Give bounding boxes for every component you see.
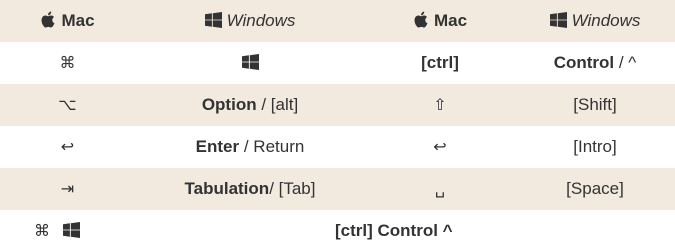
table-row: ↩ Enter / Return ↩ [Intro] (0, 126, 675, 168)
header-windows-2: Windows (515, 0, 675, 42)
windows-key-cell: [Space] (566, 179, 624, 198)
windows-logo-icon (549, 12, 567, 28)
table-row: ⌘ [ctrl] Control / ^ (0, 42, 675, 84)
keyboard-shortcut-table: Mac Windows Mac Windows ⌘ [ctrl] Control… (0, 0, 675, 252)
command-key-icon: ⌘ (34, 221, 50, 240)
windows-logo-icon (204, 12, 222, 28)
return-key-icon: ↩ (433, 137, 447, 156)
command-key-icon: ⌘ (59, 53, 76, 72)
return-key-icon: ↩ (60, 137, 75, 156)
shift-key-icon: ⇧ (433, 95, 447, 114)
mac-key-cell: ⌘ (0, 42, 135, 84)
mac-key-cell: ⌥ (0, 84, 135, 126)
windows-key-cell: [Shift] (573, 95, 617, 114)
tab-key-icon: ⇥ (60, 179, 75, 198)
mac-key-cell: ␣ (365, 168, 515, 210)
header-mac: Mac (0, 0, 135, 42)
footer-row: ⌘ [ctrl] Control ^ (0, 210, 675, 252)
table-row: ⌥ Option / [alt] ⇧ [Shift] (0, 84, 675, 126)
mac-key-cell: ⇥ (0, 168, 135, 210)
mac-key-cell: ⇧ (365, 84, 515, 126)
windows-logo-icon (241, 54, 259, 70)
header-row: Mac Windows Mac Windows (0, 0, 675, 42)
mac-key-cell: ↩ (0, 126, 135, 168)
windows-key-cell: Tabulation/ [Tab] (184, 179, 316, 198)
windows-logo-icon (62, 222, 80, 238)
windows-key-cell: Enter / Return (195, 137, 305, 156)
space-key-icon: ␣ (434, 179, 446, 198)
header-windows: Windows (135, 0, 365, 42)
apple-logo-icon (414, 11, 428, 28)
footer-text-cell: [ctrl] Control ^ (335, 221, 453, 240)
windows-key-cell: Option / [alt] (201, 95, 299, 114)
windows-key-cell (135, 42, 365, 84)
footer-keys-cell: ⌘ (0, 210, 135, 252)
windows-key-cell: [Intro] (573, 137, 617, 156)
table-row: ⇥ Tabulation/ [Tab] ␣ [Space] (0, 168, 675, 210)
mac-key-cell: [ctrl] (421, 53, 459, 72)
apple-logo-icon (41, 11, 55, 28)
option-key-icon: ⌥ (58, 95, 77, 114)
mac-key-cell: ↩ (365, 126, 515, 168)
header-mac-2: Mac (365, 0, 515, 42)
windows-key-cell: Control / ^ (553, 53, 637, 72)
